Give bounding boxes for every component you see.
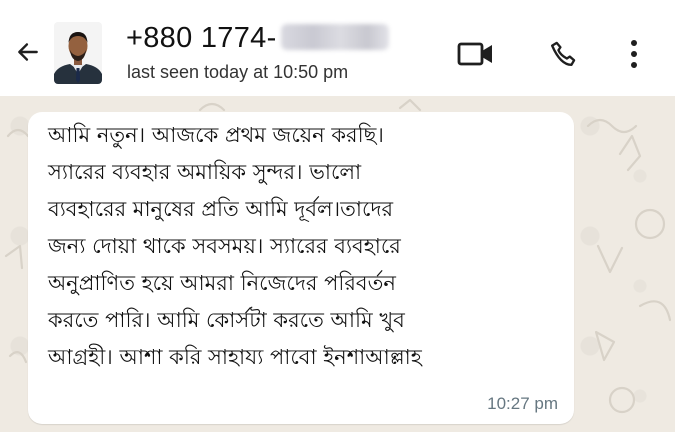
chat-area[interactable]: আমি নতুন। আজকে প্রথম জয়েন করছি। স্যারের… xyxy=(0,96,675,432)
last-seen-status: last seen today at 10:50 pm xyxy=(127,62,349,82)
message-bubble[interactable]: আমি নতুন। আজকে প্রথম জয়েন করছি। স্যারের… xyxy=(28,112,574,424)
profile-photo-icon xyxy=(54,22,102,84)
redacted-number-blur xyxy=(280,24,389,50)
voice-call-button[interactable] xyxy=(543,36,583,72)
back-button[interactable] xyxy=(10,34,46,70)
video-call-button[interactable] xyxy=(456,36,496,72)
message-text: আমি নতুন। আজকে প্রথম জয়েন করছি। স্যারের… xyxy=(48,123,422,369)
message-timestamp: 10:27 pm xyxy=(487,394,558,413)
contact-number: +880 1774- xyxy=(126,22,277,54)
video-camera-icon xyxy=(457,42,492,66)
avatar[interactable] xyxy=(54,22,102,84)
contact-name[interactable]: +880 1774- xyxy=(126,22,389,55)
three-dots-vertical-icon xyxy=(631,40,637,68)
arrow-left-icon xyxy=(18,43,38,61)
phone-icon xyxy=(550,41,576,67)
more-options-button[interactable] xyxy=(616,36,652,72)
chat-header: +880 1774- last seen today at 10:50 pm xyxy=(0,0,675,96)
